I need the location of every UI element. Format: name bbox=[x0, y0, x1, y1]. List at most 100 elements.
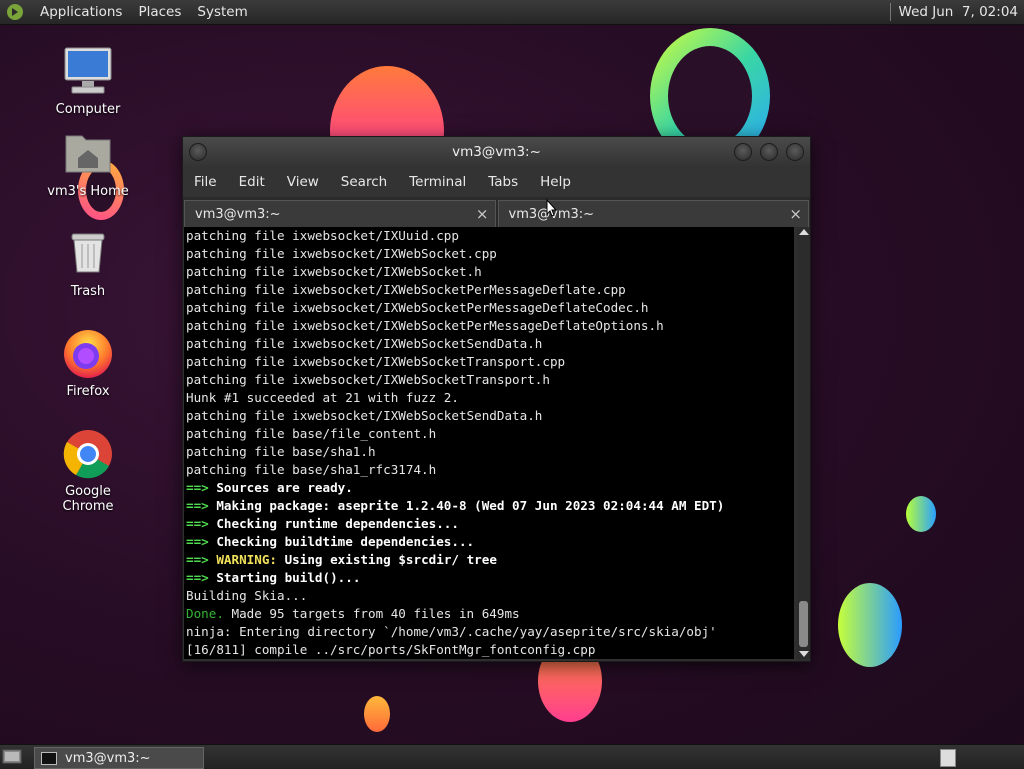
desktop-icon-chrome[interactable]: Google Chrome bbox=[38, 426, 138, 514]
terminal-line-text: patching file base/sha1.h bbox=[186, 444, 376, 459]
scrollbar-thumb[interactable] bbox=[799, 601, 808, 647]
terminal-line: ==> Checking runtime dependencies... bbox=[184, 515, 794, 533]
menu-file[interactable]: File bbox=[183, 174, 228, 190]
terminal-line: ==> Making package: aseprite 1.2.40-8 (W… bbox=[184, 497, 794, 515]
terminal-line: ==> WARNING: Using existing $srcdir/ tre… bbox=[184, 551, 794, 569]
terminal-line-text: patching file ixwebsocket/IXWebSocketPer… bbox=[186, 318, 664, 333]
terminal-line-text: Sources are ready. bbox=[216, 480, 353, 495]
scroll-down-arrow-icon[interactable] bbox=[799, 651, 809, 657]
close-tab-icon[interactable]: × bbox=[476, 205, 489, 223]
menu-tabs[interactable]: Tabs bbox=[477, 174, 529, 190]
taskbar-label: vm3@vm3:~ bbox=[65, 750, 151, 766]
terminal-line: patching file ixwebsocket/IXWebSocket.h bbox=[184, 263, 794, 281]
wallpaper-shape bbox=[364, 696, 390, 732]
terminal-line-text: Building Skia... bbox=[186, 588, 308, 603]
terminal-line: ninja: Entering directory `/home/vm3/.ca… bbox=[184, 623, 794, 641]
terminal-line: patching file ixwebsocket/IXWebSocketTra… bbox=[184, 371, 794, 389]
tab-label: vm3@vm3:~ bbox=[195, 206, 281, 222]
terminal-line: Building Skia... bbox=[184, 587, 794, 605]
terminal-line-text: patching file ixwebsocket/IXWebSocketSen… bbox=[186, 408, 543, 423]
desktop-icon-computer[interactable]: Computer bbox=[38, 44, 138, 117]
menu-search[interactable]: Search bbox=[330, 174, 398, 190]
terminal-line: patching file ixwebsocket/IXWebSocketPer… bbox=[184, 299, 794, 317]
terminal-line: [16/811] compile ../src/ports/SkFontMgr_… bbox=[184, 641, 794, 659]
terminal-line-text: patching file ixwebsocket/IXWebSocketPer… bbox=[186, 300, 649, 315]
done-label: Done. bbox=[186, 606, 224, 621]
system-menu[interactable]: System bbox=[189, 4, 255, 20]
terminal-line-text: Making package: aseprite 1.2.40-8 (Wed 0… bbox=[216, 498, 725, 513]
terminal-line: patching file base/file_content.h bbox=[184, 425, 794, 443]
desktop-icon-label: Computer bbox=[55, 102, 121, 117]
terminal-line-text: patching file ixwebsocket/IXWebSocketTra… bbox=[186, 372, 550, 387]
window-title: vm3@vm3:~ bbox=[452, 144, 541, 160]
desktop-icon-label: vm3's Home bbox=[47, 184, 129, 199]
menu-edit[interactable]: Edit bbox=[228, 174, 276, 190]
terminal-line-text: Checking buildtime dependencies... bbox=[216, 534, 475, 549]
close-window-button[interactable] bbox=[786, 143, 804, 161]
terminal-tab[interactable]: vm3@vm3:~ × bbox=[184, 200, 496, 227]
terminal-line-text: Hunk #1 succeeded at 21 with fuzz 2. bbox=[186, 390, 459, 405]
terminal-line-text: patching file ixwebsocket/IXWebSocketPer… bbox=[186, 282, 626, 297]
taskbar-window-button[interactable]: vm3@vm3:~ bbox=[34, 747, 204, 769]
terminal-line-text: Starting build()... bbox=[216, 570, 361, 585]
trash-icon bbox=[60, 226, 116, 282]
scroll-up-arrow-icon[interactable] bbox=[799, 229, 809, 235]
desktop-icon-trash[interactable]: Trash bbox=[38, 226, 138, 299]
prompt-arrow: ==> bbox=[186, 516, 217, 531]
prompt-arrow: ==> bbox=[186, 534, 217, 549]
menu-help[interactable]: Help bbox=[529, 174, 582, 190]
terminal-tab[interactable]: vm3@vm3:~ × bbox=[497, 200, 809, 227]
terminal-window[interactable]: vm3@vm3:~ File Edit View Search Terminal… bbox=[182, 136, 811, 662]
workspace-switcher[interactable] bbox=[940, 749, 956, 767]
desktop-icon-label: Firefox bbox=[66, 384, 110, 399]
mate-logo-icon[interactable] bbox=[6, 3, 24, 21]
clock[interactable]: Wed Jun 7, 02:04 bbox=[889, 3, 1024, 21]
panel-separator bbox=[889, 3, 891, 21]
terminal-line: patching file ixwebsocket/IXWebSocketTra… bbox=[184, 353, 794, 371]
home-folder-icon bbox=[60, 126, 116, 182]
top-panel: Applications Places System Wed Jun 7, 02… bbox=[0, 0, 1024, 25]
window-titlebar[interactable]: vm3@vm3:~ bbox=[183, 137, 810, 167]
terminal-line-text: patching file ixwebsocket/IXWebSocket.cp… bbox=[186, 246, 497, 261]
terminal-scrollbar[interactable] bbox=[797, 227, 810, 659]
bottom-panel: vm3@vm3:~ bbox=[0, 744, 1024, 769]
mouse-cursor-icon bbox=[546, 199, 558, 217]
terminal-line-text: Checking runtime dependencies... bbox=[216, 516, 459, 531]
desktop-icon-label: Trash bbox=[70, 284, 106, 299]
terminal-tabs: vm3@vm3:~ × vm3@vm3:~ × bbox=[183, 197, 810, 227]
prompt-arrow: ==> bbox=[186, 498, 217, 513]
maximize-button[interactable] bbox=[760, 143, 778, 161]
menu-terminal[interactable]: Terminal bbox=[398, 174, 477, 190]
terminal-output[interactable]: patching file ixwebsocket/IXUuid.cpp patc… bbox=[184, 227, 794, 659]
show-desktop-icon[interactable] bbox=[2, 748, 22, 765]
terminal-line-text: patching file ixwebsocket/IXWebSocketTra… bbox=[186, 354, 566, 369]
terminal-line: Hunk #1 succeeded at 21 with fuzz 2. bbox=[184, 389, 794, 407]
terminal-line: Done. Made 95 targets from 40 files in 6… bbox=[184, 605, 794, 623]
warning-label: WARNING: bbox=[216, 552, 278, 567]
prompt-arrow: ==> bbox=[186, 552, 217, 567]
terminal-line-text: patching file ixwebsocket/IXWebSocketSen… bbox=[186, 336, 543, 351]
places-menu[interactable]: Places bbox=[130, 4, 189, 20]
terminal-line-text: [16/811] compile ../src/ports/SkFontMgr_… bbox=[186, 642, 596, 657]
terminal-icon bbox=[41, 751, 57, 765]
prompt-arrow: ==> bbox=[186, 570, 217, 585]
terminal-menubar: File Edit View Search Terminal Tabs Help bbox=[183, 167, 810, 197]
applications-menu[interactable]: Applications bbox=[32, 4, 130, 20]
terminal-line: patching file base/sha1.h bbox=[184, 443, 794, 461]
clock-label: Wed Jun 7, 02:04 bbox=[898, 4, 1018, 20]
terminal-line-text: patching file ixwebsocket/IXUuid.cpp bbox=[186, 228, 459, 243]
window-menu-button[interactable] bbox=[189, 143, 207, 161]
prompt-arrow: ==> bbox=[186, 480, 217, 495]
menu-view[interactable]: View bbox=[276, 174, 330, 190]
desktop-icon-home[interactable]: vm3's Home bbox=[38, 126, 138, 199]
terminal-line: patching file ixwebsocket/IXWebSocket.cp… bbox=[184, 245, 794, 263]
terminal-line-text: Made 95 targets from 40 files in 649ms bbox=[223, 606, 520, 621]
firefox-icon bbox=[60, 326, 116, 382]
terminal-line-text: patching file base/sha1_rfc3174.h bbox=[186, 462, 437, 477]
terminal-line: ==> Checking buildtime dependencies... bbox=[184, 533, 794, 551]
terminal-line-text: patching file ixwebsocket/IXWebSocket.h bbox=[186, 264, 482, 279]
minimize-button[interactable] bbox=[734, 143, 752, 161]
close-tab-icon[interactable]: × bbox=[789, 205, 802, 223]
desktop-icon-firefox[interactable]: Firefox bbox=[38, 326, 138, 399]
terminal-line: patching file ixwebsocket/IXWebSocketPer… bbox=[184, 317, 794, 335]
